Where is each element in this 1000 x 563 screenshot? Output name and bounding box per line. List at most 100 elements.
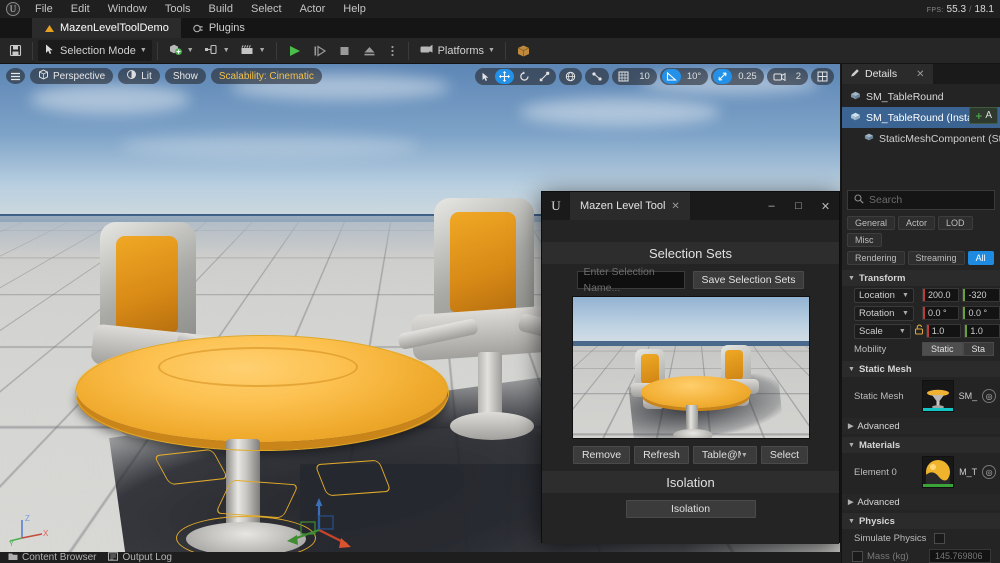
mazen-level-tool-window[interactable]: U Mazen Level Tool ✕ – □ ✕ Selection Set…: [541, 191, 840, 544]
outliner-row-actor[interactable]: SM_TableRound: [842, 86, 1000, 107]
filter-lod[interactable]: LOD: [938, 216, 973, 230]
eject-button[interactable]: [357, 40, 382, 61]
rotation-y-field[interactable]: 0.0 °: [962, 306, 1000, 320]
save-icon[interactable]: [4, 40, 27, 61]
camera-icon[interactable]: [769, 69, 790, 84]
filter-general[interactable]: General: [847, 216, 896, 230]
tab-mazenleveltooldemo[interactable]: MazenLevelToolDemo: [32, 18, 181, 38]
menu-help[interactable]: Help: [334, 0, 375, 18]
menu-tools[interactable]: Tools: [156, 0, 200, 18]
category-static-mesh-advanced[interactable]: ▶ Advanced: [842, 418, 1000, 434]
grid-snap-value[interactable]: 10: [634, 69, 655, 84]
viewport-show-menu[interactable]: Show: [164, 68, 206, 84]
tool-window-tab[interactable]: Mazen Level Tool ✕: [570, 192, 690, 220]
filter-misc[interactable]: Misc: [847, 233, 882, 247]
menu-file[interactable]: File: [26, 0, 62, 18]
rotation-x-field[interactable]: 0.0 °: [921, 306, 960, 320]
selection-set-dropdown[interactable]: Table@Maz ▼: [692, 446, 757, 464]
scale-tool[interactable]: [535, 69, 554, 84]
category-materials[interactable]: ▼ Materials: [842, 437, 1000, 453]
move-tool[interactable]: [495, 69, 515, 84]
tab-content-browser[interactable]: Content Browser: [8, 552, 96, 563]
viewport-viewmode-lit[interactable]: Lit: [118, 68, 160, 84]
static-mesh-thumbnail[interactable]: [922, 380, 954, 412]
viewport-camera-perspective[interactable]: Perspective: [30, 68, 114, 84]
viewport-scalability[interactable]: Scalability: Cinematic: [210, 68, 322, 84]
select-tool[interactable]: [477, 69, 494, 84]
mass-override-checkbox[interactable]: [852, 550, 863, 562]
location-y-field[interactable]: -320: [962, 288, 1000, 302]
category-physics[interactable]: ▼ Physics: [842, 513, 1000, 529]
camera-speed-value[interactable]: 2: [791, 69, 806, 84]
menu-actor[interactable]: Actor: [291, 0, 335, 18]
scale-snap-value[interactable]: 0.25: [733, 69, 762, 84]
select-button[interactable]: Select: [760, 446, 809, 464]
location-x-field[interactable]: 200.0: [921, 288, 960, 302]
cinematics-button[interactable]: ▼: [235, 40, 271, 61]
remove-button[interactable]: Remove: [572, 446, 631, 464]
blueprints-button[interactable]: ▼: [199, 40, 235, 61]
ue-logo-icon[interactable]: U: [0, 0, 26, 18]
filter-actor[interactable]: Actor: [898, 216, 936, 230]
tab-output-log[interactable]: Output Log: [108, 552, 172, 563]
tab-plugins[interactable]: Plugins: [181, 18, 257, 38]
rotate-tool[interactable]: [515, 69, 534, 84]
filter-all[interactable]: All: [967, 251, 994, 265]
tab-details[interactable]: Details ✕: [842, 64, 933, 84]
scale-x-field[interactable]: 1.0: [925, 324, 962, 338]
transform-gizmo[interactable]: [285, 496, 355, 552]
scale-lock-icon[interactable]: [914, 324, 924, 338]
menu-icon[interactable]: [6, 68, 25, 84]
isolation-button[interactable]: Isolation: [625, 500, 756, 518]
category-transform[interactable]: ▼ Transform: [842, 270, 1000, 286]
scale-y-field[interactable]: 1.0: [964, 324, 1000, 338]
menu-build[interactable]: Build: [200, 0, 242, 18]
angle-snap-value[interactable]: 10°: [682, 69, 706, 84]
location-combo[interactable]: Location ▼: [854, 287, 914, 303]
platforms-button[interactable]: Platforms ▼: [414, 40, 500, 61]
layout-icon[interactable]: [813, 69, 832, 84]
selection-name-input[interactable]: Enter Selection Name...: [576, 266, 685, 294]
add-component-button[interactable]: + A: [969, 107, 998, 124]
scale-snap-icon[interactable]: [713, 69, 733, 84]
mobility-static-button[interactable]: Static: [922, 342, 963, 356]
outliner-row-component[interactable]: StaticMeshComponent (Static: [842, 128, 1000, 149]
play-button[interactable]: [282, 40, 307, 61]
surface-snap-icon[interactable]: [587, 69, 607, 84]
details-search[interactable]: Search: [847, 190, 995, 210]
menu-select[interactable]: Select: [242, 0, 291, 18]
package-button[interactable]: [511, 40, 536, 61]
add-content-button[interactable]: ▼: [163, 40, 199, 61]
rotation-combo[interactable]: Rotation ▼: [854, 305, 914, 321]
static-mesh-asset-name[interactable]: SM_: [959, 391, 978, 401]
details-tab-close-icon[interactable]: ✕: [916, 69, 924, 80]
save-selection-sets-button[interactable]: Save Selection Sets: [692, 271, 805, 289]
scale-combo[interactable]: Scale ▼: [854, 323, 911, 339]
menu-edit[interactable]: Edit: [62, 0, 99, 18]
tool-window-titlebar[interactable]: U Mazen Level Tool ✕ – □ ✕: [542, 192, 839, 220]
simulate-physics-checkbox[interactable]: [934, 532, 945, 544]
browse-asset-icon[interactable]: ◎: [982, 465, 996, 479]
tool-tab-close-icon[interactable]: ✕: [671, 201, 679, 212]
globe-icon[interactable]: [561, 69, 580, 84]
filter-rendering[interactable]: Rendering: [847, 251, 905, 265]
selection-preview-thumbnail[interactable]: [571, 296, 810, 439]
grid-icon[interactable]: [614, 69, 633, 84]
stop-button[interactable]: [332, 40, 357, 61]
step-button[interactable]: [307, 40, 332, 61]
mobility-stationary-button[interactable]: Sta: [962, 342, 995, 356]
filter-streaming[interactable]: Streaming: [907, 251, 965, 265]
refresh-button[interactable]: Refresh: [634, 446, 689, 464]
minimize-button[interactable]: –: [758, 192, 785, 220]
category-static-mesh[interactable]: ▼ Static Mesh: [842, 361, 1000, 377]
play-options-button[interactable]: [382, 40, 403, 61]
menu-window[interactable]: Window: [99, 0, 156, 18]
material-asset-name[interactable]: M_T: [959, 467, 977, 477]
browse-asset-icon[interactable]: ◎: [982, 389, 996, 403]
maximize-button[interactable]: □: [785, 192, 812, 220]
selection-mode-button[interactable]: Selection Mode ▼: [38, 40, 152, 61]
angle-icon[interactable]: [661, 69, 681, 84]
close-button[interactable]: ✕: [812, 192, 839, 220]
material-thumbnail[interactable]: [922, 456, 955, 488]
category-materials-advanced[interactable]: ▶ Advanced: [842, 494, 1000, 510]
